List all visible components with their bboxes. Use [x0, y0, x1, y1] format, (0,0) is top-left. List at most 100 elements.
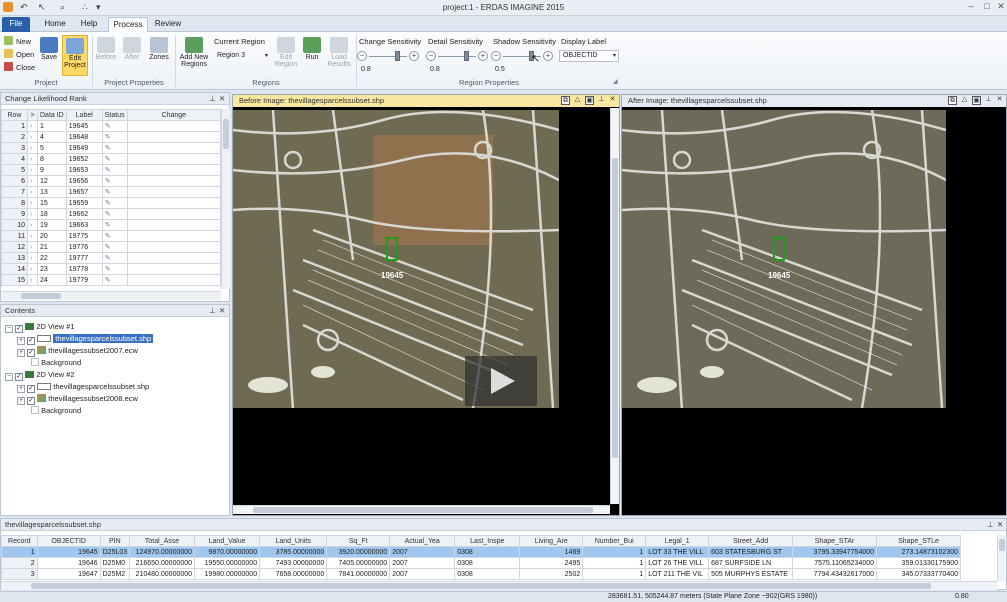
pin-icon[interactable]: ⊥ [987, 519, 994, 531]
add-new-regions-button[interactable]: Add New Regions [178, 37, 210, 68]
status-icon[interactable]: ✎ [101, 131, 128, 143]
close-icon[interactable]: ✕ [219, 93, 225, 105]
background-checkbox[interactable] [31, 358, 39, 366]
table-row[interactable]: 13 › 22 19777 ✎ [1, 252, 221, 264]
table-row[interactable]: 9 › 18 19662 ✎ [1, 208, 221, 220]
attr-col-header[interactable]: Land_Units [259, 535, 328, 547]
attr-col-header[interactable]: Actual_Yea [389, 535, 456, 547]
status-icon[interactable]: ✎ [101, 197, 128, 209]
status-icon[interactable]: ✎ [101, 263, 128, 275]
table-row[interactable]: 15 › 24 19779 ✎ [1, 274, 221, 286]
link-icon[interactable]: ⧉ [561, 96, 570, 105]
tree-view-2[interactable]: − ✓ 2D View #2 [5, 369, 75, 381]
layer-checkbox[interactable]: ✓ [27, 337, 36, 345]
minimize-button[interactable]: – [964, 1, 978, 14]
maximize-button[interactable]: □ [980, 1, 994, 14]
pin-icon[interactable]: ⊥ [209, 305, 216, 317]
table-row[interactable]: 11 › 20 19775 ✎ [1, 230, 221, 242]
horizontal-scrollbar[interactable] [1, 581, 997, 590]
status-icon[interactable]: ✎ [101, 175, 128, 187]
before-button[interactable]: Before [95, 37, 117, 61]
expand-icon[interactable]: + [17, 385, 25, 393]
detail-sensitivity-slider[interactable]: − + [426, 50, 488, 62]
view2-checkbox[interactable]: ✓ [15, 373, 24, 381]
shadow-sensitivity-value[interactable]: 0.5 [491, 64, 553, 76]
close-icon[interactable]: ✕ [608, 96, 617, 105]
table-row[interactable]: 7 › 13 19657 ✎ [1, 186, 221, 198]
horizontal-scrollbar[interactable] [233, 505, 610, 514]
warning-icon[interactable]: △ [573, 96, 582, 105]
scroll-thumb[interactable] [21, 293, 61, 299]
tab-home[interactable]: Home [38, 17, 72, 32]
horizontal-scrollbar[interactable] [1, 291, 221, 300]
attr-col-header[interactable]: Shape_STAr [792, 535, 878, 547]
detail-sensitivity-value[interactable]: 0.8 [426, 64, 488, 76]
scroll-thumb[interactable] [612, 158, 618, 458]
scroll-thumb[interactable] [223, 119, 229, 149]
after-view[interactable]: After Image: thevillagesparcelssubset.sh… [621, 94, 1007, 516]
current-region-select[interactable]: Region 3 ▾ [213, 50, 271, 62]
col-label[interactable]: Label [65, 109, 103, 121]
load-results-button[interactable]: Load Results [325, 37, 353, 68]
slider-thumb[interactable] [464, 51, 469, 61]
close-icon[interactable]: ✕ [995, 96, 1004, 105]
close-button[interactable]: Close [4, 62, 35, 74]
layer-checkbox[interactable]: ✓ [27, 397, 36, 405]
run-button[interactable]: Run [302, 37, 322, 61]
vertical-scrollbar[interactable] [997, 535, 1006, 581]
display-label-select[interactable]: OBJECTID ▾ [559, 50, 619, 62]
save-button[interactable]: Save [38, 37, 60, 61]
scroll-thumb[interactable] [999, 539, 1005, 551]
vertical-scrollbar[interactable] [221, 109, 230, 289]
table-row[interactable]: 4 › 8 19652 ✎ [1, 153, 221, 165]
status-icon[interactable]: ✎ [101, 241, 128, 253]
pin-icon[interactable]: ⊥ [984, 96, 993, 105]
status-icon[interactable]: ✎ [101, 219, 128, 231]
new-button[interactable]: New [4, 36, 31, 48]
attr-col-header[interactable]: Living_Are [519, 535, 584, 547]
table-row[interactable]: 1 19645 D25L03 124970.00000000 9870.00000000… [1, 546, 961, 558]
warning-icon[interactable]: △ [960, 96, 969, 105]
attr-col-header[interactable]: OBJECTID [36, 535, 101, 547]
tab-process[interactable]: Process [108, 17, 148, 32]
scroll-thumb[interactable] [253, 507, 593, 513]
layer-checkbox[interactable]: ✓ [27, 385, 36, 393]
change-sensitivity-slider[interactable]: − + [357, 50, 419, 62]
tree-layer[interactable]: + ✓ thevillagesparcelssubset.shp [17, 333, 154, 345]
tab-help[interactable]: Help [74, 17, 104, 32]
open-button[interactable]: Open [4, 49, 34, 61]
col-row[interactable]: Row [1, 109, 28, 121]
attr-col-header[interactable]: Street_Add [708, 535, 794, 547]
close-icon[interactable]: ✕ [997, 519, 1003, 531]
status-icon[interactable]: ✎ [101, 186, 128, 198]
tree-layer[interactable]: + ✓ thevillagessubset2007.ecw [17, 345, 138, 357]
pin-icon[interactable]: ⊥ [597, 96, 606, 105]
change-sensitivity-value[interactable]: 0.8 [357, 64, 419, 76]
table-row[interactable]: 1 › 1 19645 ✎ [1, 120, 221, 132]
shadow-sensitivity-slider[interactable]: − + [491, 50, 553, 62]
edit-region-button[interactable]: Edit Region [274, 37, 298, 68]
close-window-button[interactable]: ✕ [994, 1, 1007, 14]
before-view[interactable]: Before Image: thevillagesparcelssubset.s… [232, 94, 620, 516]
attr-col-header[interactable]: Record [1, 535, 38, 547]
tab-review[interactable]: Review [150, 17, 186, 32]
expand-icon[interactable]: + [17, 337, 25, 345]
slider-thumb[interactable] [395, 51, 400, 61]
attr-col-header[interactable]: Number_Bui [582, 535, 647, 547]
collapse-icon[interactable]: − [5, 325, 13, 333]
dialog-launcher-icon[interactable]: ◢ [613, 78, 618, 85]
table-row[interactable]: 2 19646 D25M0 216650.00000000 19550.00000000… [1, 557, 961, 569]
attr-col-header[interactable]: Shape_STLe [876, 535, 961, 547]
attr-col-header[interactable]: Last_Inspe [454, 535, 521, 547]
minus-icon[interactable]: − [357, 51, 367, 61]
col-data-id[interactable]: Data ID [37, 109, 67, 121]
view1-checkbox[interactable]: ✓ [15, 325, 24, 333]
collapse-icon[interactable]: − [5, 373, 13, 381]
col-status[interactable]: Status [101, 109, 128, 121]
attr-col-header[interactable]: Legal_1 [645, 535, 710, 547]
status-icon[interactable]: ✎ [101, 153, 128, 165]
link-icon[interactable]: ⧉ [948, 96, 957, 105]
tab-file[interactable]: File [2, 17, 30, 32]
zones-button[interactable]: Zones [147, 37, 171, 61]
table-row[interactable]: 10 › 19 19663 ✎ [1, 219, 221, 231]
